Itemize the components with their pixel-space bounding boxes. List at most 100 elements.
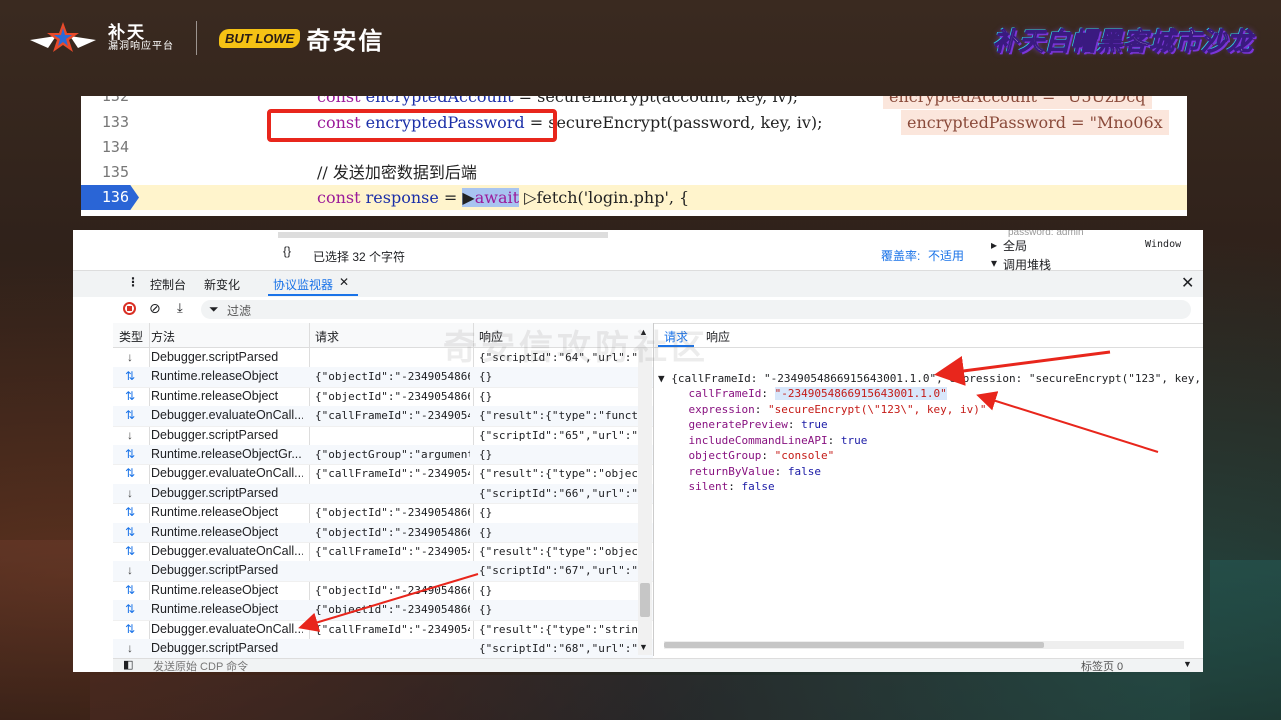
- method-cell: Runtime.releaseObjectGr...: [151, 447, 302, 461]
- drawer-tab-bar: ⋮ 控制台 新变化 协议监视器 ✕ ✕: [73, 271, 1203, 298]
- filter-input[interactable]: ⏷ 过滤: [201, 300, 1191, 319]
- tree-root[interactable]: ▼ {callFrameId: "-2349054866915643001.1.…: [658, 371, 1203, 387]
- request-response-icon: ⇅: [124, 447, 136, 461]
- request-cell: {"objectId":"-2349054866...: [315, 603, 470, 617]
- method-cell: Debugger.scriptParsed: [151, 350, 279, 364]
- line-number: 135: [101, 163, 129, 181]
- code-line: 133 const encryptedPassword = secureEncr…: [81, 110, 1187, 135]
- target-selector[interactable]: 标签页 0: [1081, 658, 1123, 672]
- tree-prop-callFrameId: callFrameId: "-2349054866915643001.1.0": [688, 387, 947, 400]
- request-response-icon: ⇅: [124, 524, 136, 539]
- message-detail-panel: 请求 响应 ▼ {callFrameId: "-2349054866915643…: [653, 323, 1203, 656]
- method-cell: Runtime.releaseObject: [151, 505, 279, 520]
- coverage-label[interactable]: 覆盖率:: [881, 247, 920, 264]
- response-cell: {}: [479, 583, 493, 597]
- table-row[interactable]: ⇅ Debugger.evaluateOnCall... {"callFrameId…: [113, 406, 653, 427]
- column-header-method[interactable]: 方法: [151, 328, 175, 345]
- tab-response[interactable]: 响应: [706, 328, 730, 345]
- table-row[interactable]: ↓ Debugger.scriptParsed {"scriptId":"67","…: [113, 561, 653, 582]
- coverage-value[interactable]: 不适用: [928, 247, 964, 264]
- response-cell: {"result":{"type":"objec...: [479, 545, 637, 558]
- qianxin-name: 奇安信: [306, 27, 385, 55]
- table-row[interactable]: ⇅ Debugger.evaluateOnCall... {"callFrameId…: [113, 464, 653, 485]
- tree-prop-expression: expression: "secureEncrypt(\"123\", key,…: [688, 402, 987, 416]
- response-cell: {}: [479, 603, 493, 617]
- background-decoration-left: [0, 540, 80, 720]
- request-response-icon: ⇅: [124, 582, 136, 597]
- inline-value-annotation: encryptedAccount = "U5Uz​Dcq: [883, 96, 1152, 109]
- cdp-command-input[interactable]: 发送原始 CDP 命令: [153, 658, 248, 672]
- table-scrollbar[interactable]: [638, 348, 652, 655]
- detail-tab-bar: 请求 响应: [654, 323, 1203, 348]
- global-scope-label[interactable]: 全局: [1003, 237, 1027, 254]
- code-line: 132 const encryptedAccount = secureEncry…: [81, 96, 1187, 109]
- close-tab-icon[interactable]: ✕: [339, 275, 349, 289]
- table-row[interactable]: ⇅ Runtime.releaseObjectGr... {"objectGroup…: [113, 445, 653, 466]
- request-cell: {"objectId":"-2349054866...: [315, 370, 470, 384]
- column-header-type[interactable]: 类型: [119, 328, 143, 345]
- format-icon[interactable]: {}: [283, 244, 291, 258]
- table-row[interactable]: ⇅ Runtime.releaseObject {"objectId":"-2349…: [113, 367, 653, 388]
- column-header-request[interactable]: 请求: [315, 328, 339, 345]
- method-cell: Runtime.releaseObject: [151, 524, 279, 539]
- download-icon[interactable]: ⤓: [177, 300, 183, 316]
- detail-horizontal-scrollbar[interactable]: [664, 641, 1184, 649]
- sidebar-toggle-icon[interactable]: ◧: [123, 658, 133, 671]
- line-number: 133: [101, 113, 129, 131]
- collapse-arrow-icon[interactable]: ▼: [658, 372, 671, 385]
- table-row[interactable]: ⇅ Runtime.releaseObject {"objectId":"-2349…: [113, 522, 653, 543]
- table-row[interactable]: ⇅ Runtime.releaseObject {"objectId":"-2349…: [113, 600, 653, 621]
- response-cell: {"scriptId":"67","url":"...: [479, 564, 637, 578]
- response-cell: {}: [479, 525, 493, 539]
- method-cell: Debugger.evaluateOnCall...: [151, 408, 303, 423]
- drawer-menu-icon[interactable]: ⋮: [127, 275, 139, 289]
- record-stop-icon[interactable]: [123, 302, 136, 315]
- background-decoration-right: [1210, 560, 1281, 720]
- watermark: 奇安信攻防社区: [443, 329, 709, 367]
- request-response-icon: ⇅: [124, 602, 136, 617]
- request-response-icon: ⇅: [124, 505, 136, 520]
- code-comment: // 发送加密数据到后端: [317, 163, 477, 182]
- tab-protocol-monitor[interactable]: 协议监视器: [273, 276, 333, 293]
- horizontal-scrollbar[interactable]: [278, 232, 608, 238]
- table-row[interactable]: ⇅ Runtime.releaseObject {"objectId":"-2349…: [113, 387, 653, 408]
- event-title: 补天白帽黑客城市沙龙: [992, 28, 1253, 57]
- request-json-tree: ▼ {callFrameId: "-2349054866915643001.1.…: [658, 355, 1203, 526]
- global-scope-value: Window: [1145, 239, 1182, 250]
- close-drawer-icon[interactable]: ✕: [1181, 273, 1194, 293]
- line-number: 134: [101, 138, 129, 156]
- table-row[interactable]: ⇅ Runtime.releaseObject {"objectId":"-2349…: [113, 503, 653, 524]
- chevron-down-icon[interactable]: ▼: [1183, 659, 1192, 669]
- method-cell: Runtime.releaseObject: [151, 369, 279, 384]
- table-scrollbar-thumb[interactable]: [640, 583, 650, 617]
- scroll-down-icon[interactable]: ▼: [639, 642, 648, 652]
- request-cell: {"callFrameId":"-2349054...: [315, 409, 470, 423]
- method-cell: Debugger.evaluateOnCall...: [151, 621, 303, 636]
- table-row[interactable]: ⇅ Debugger.evaluateOnCall... {"callFrameId…: [113, 620, 653, 640]
- collapse-arrow-icon[interactable]: ▾: [991, 256, 997, 270]
- tree-prop-includeCommandLineAPI: includeCommandLineAPI: true: [688, 433, 868, 447]
- tree-prop-generatePreview: generatePreview: true: [688, 418, 828, 431]
- brand-subtitle: 漏洞响应平台: [108, 40, 174, 52]
- response-cell: {"result":{"type":"objec...: [479, 467, 637, 481]
- response-cell: {}: [479, 506, 493, 520]
- request-response-icon: ⇅: [124, 408, 136, 423]
- active-tab-indicator: [268, 294, 358, 296]
- table-row[interactable]: ↓ Debugger.scriptParsed {"scriptId":"66","…: [113, 483, 653, 505]
- method-cell: Runtime.releaseObject: [151, 582, 279, 597]
- table-row[interactable]: ↓ Debugger.scriptParsed {"scriptId":"68","…: [113, 639, 653, 660]
- event-arrow-icon: ↓: [127, 427, 133, 442]
- table-row[interactable]: ⇅ Runtime.releaseObject {"objectId":"-2349…: [113, 581, 653, 602]
- tab-console[interactable]: 控制台: [150, 276, 186, 293]
- method-cell: Debugger.scriptParsed: [151, 427, 279, 442]
- selection-status: 已选择 32 个字符: [313, 250, 406, 264]
- method-cell: Runtime.releaseObject: [151, 602, 279, 617]
- request-response-icon: ⇅: [124, 388, 136, 403]
- table-row[interactable]: ⇅ Debugger.evaluateOnCall... {"callFrameId…: [113, 542, 653, 563]
- table-row[interactable]: ↓ Debugger.scriptParsed {"scriptId":"65","…: [113, 426, 653, 446]
- clear-icon[interactable]: ⊘: [149, 300, 161, 317]
- tab-changes[interactable]: 新变化: [204, 276, 240, 293]
- butian-brand: 补天 漏洞响应平台: [108, 23, 174, 52]
- method-cell: Debugger.scriptParsed: [151, 485, 279, 500]
- expand-arrow-icon[interactable]: ▸: [991, 238, 997, 252]
